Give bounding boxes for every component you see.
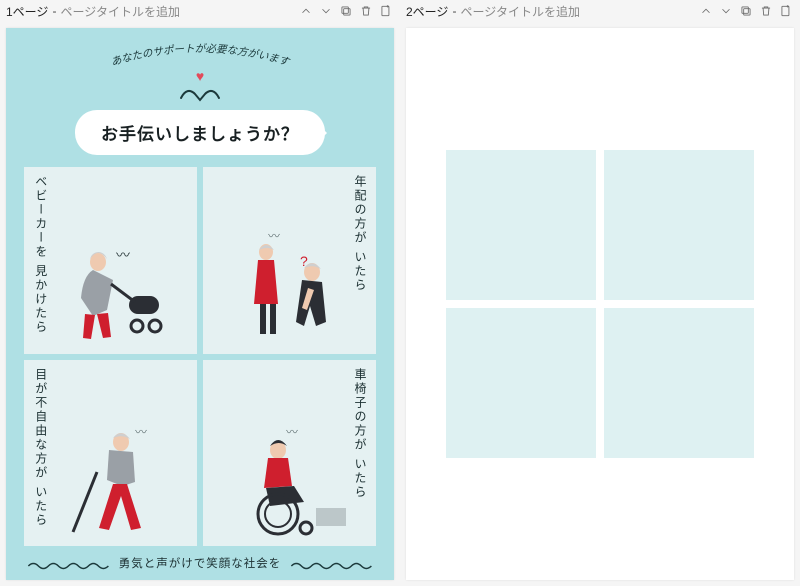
page-column-2: 2ページ - ページタイトルを追加 [400, 0, 800, 586]
image-placeholder[interactable] [446, 308, 596, 458]
scenario-cell-wheelchair[interactable]: 車椅子の方が いたら 〰 [203, 360, 376, 547]
svg-text:〰: 〰 [135, 425, 147, 439]
svg-text:あなたのサポートが必要な方がいます: あなたのサポートが必要な方がいます [110, 43, 292, 69]
heart-icon: ♥ [196, 68, 204, 84]
wheelchair-illustration: 〰 [230, 422, 350, 542]
svg-text:〰: 〰 [268, 230, 280, 243]
cane-illustration: 〰 [51, 422, 171, 542]
canvas-page-2[interactable] [406, 28, 794, 580]
canvas-page-1[interactable]: あなたのサポートが必要な方がいます ♥ お手伝いしましょうか？ ベビーカーを 見… [6, 28, 394, 580]
bubble-text: お手伝いしましょうか？ [101, 125, 299, 144]
svg-text:〰: 〰 [116, 247, 130, 263]
chevron-up-icon[interactable] [298, 3, 314, 19]
scenario-label: ベビーカーを 見かけたら [32, 175, 49, 334]
page-title-placeholder[interactable]: ページタイトルを追加 [60, 3, 294, 20]
duplicate-icon[interactable] [738, 3, 754, 19]
add-page-icon[interactable] [778, 3, 794, 19]
placeholder-grid [446, 150, 754, 458]
scenario-grid: ベビーカーを 見かけたら 〰 [24, 167, 376, 546]
add-page-icon[interactable] [378, 3, 394, 19]
page-column-1: 1ページ - ページタイトルを追加 あなたのサポートが必要な方がいます ♥ [0, 0, 400, 586]
scenario-cell-blind[interactable]: 目が不自由な方が いたら 〰 [24, 360, 197, 547]
page-header-2: 2ページ - ページタイトルを追加 [400, 0, 800, 22]
elderly-illustration: ? 〰 [230, 230, 350, 350]
heart-hands-icon[interactable]: ♥ [177, 68, 223, 104]
canvas-viewport-1: あなたのサポートが必要な方がいます ♥ お手伝いしましょうか？ ベビーカーを 見… [0, 22, 400, 586]
scenario-label: 年配の方が いたら [351, 175, 368, 292]
trash-icon[interactable] [758, 3, 774, 19]
svg-text:?: ? [300, 253, 308, 269]
scenario-label: 目が不自由な方が いたら [32, 368, 49, 527]
image-placeholder[interactable] [604, 308, 754, 458]
canvas-viewport-2 [400, 22, 800, 586]
image-placeholder[interactable] [604, 150, 754, 300]
chevron-up-icon[interactable] [698, 3, 714, 19]
trash-icon[interactable] [358, 3, 374, 19]
flyer: あなたのサポートが必要な方がいます ♥ お手伝いしましょうか？ ベビーカーを 見… [6, 28, 394, 580]
scenario-cell-elderly[interactable]: 年配の方が いたら ? 〰 [203, 167, 376, 354]
wave-right-icon [287, 558, 376, 568]
duplicate-icon[interactable] [338, 3, 354, 19]
scenario-cell-stroller[interactable]: ベビーカーを 見かけたら 〰 [24, 167, 197, 354]
page-header-1: 1ページ - ページタイトルを追加 [0, 0, 400, 22]
page-number: 1ページ [6, 3, 48, 20]
image-placeholder[interactable] [446, 150, 596, 300]
svg-text:〰: 〰 [286, 425, 298, 439]
hands-icon [179, 84, 221, 109]
page-title-placeholder[interactable]: ページタイトルを追加 [460, 3, 694, 20]
footer-tagline[interactable]: 勇気と声がけで笑顔な社会を [119, 555, 282, 571]
scenario-label: 車椅子の方が いたら [351, 368, 368, 499]
wave-left-icon [24, 558, 113, 568]
speech-bubble[interactable]: お手伝いしましょうか？ [75, 110, 325, 155]
chevron-down-icon[interactable] [318, 3, 334, 19]
page-number: 2ページ [406, 3, 448, 20]
chevron-down-icon[interactable] [718, 3, 734, 19]
footer-wave: 勇気と声がけで笑顔な社会を [24, 554, 376, 572]
stroller-illustration: 〰 [51, 230, 171, 350]
